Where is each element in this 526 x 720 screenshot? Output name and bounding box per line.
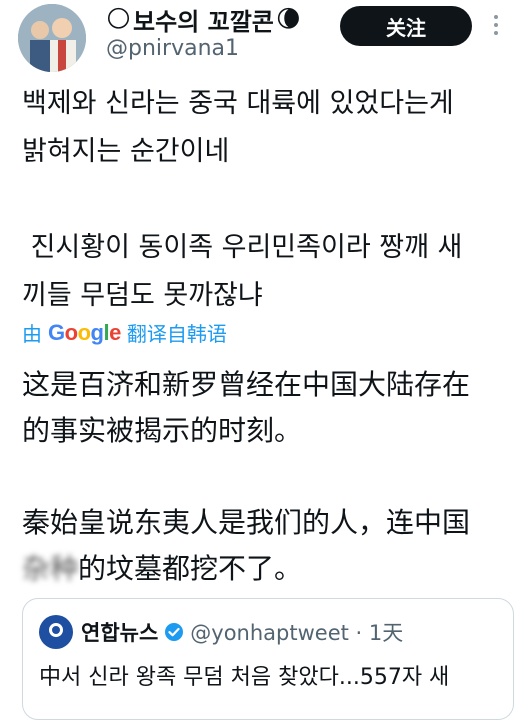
translated-text: 这是百济和新罗曾经在中国大陆存在 的事实被揭示的时刻。 秦始皇说东夷人是我们的人… [22, 362, 512, 592]
translated-line: 这是百济和新罗曾经在中国大陆存在 [22, 368, 471, 401]
quoted-tweet-text: 中서 신라 왕족 무덤 처음 찾았다...557자 새 [39, 665, 450, 690]
quoted-tweet-card[interactable]: 연합뉴스 @yonhaptweet · 1天 中서 신라 왕족 무덤 처음 찾았… [22, 598, 514, 720]
tweet-line: 끼들 무덤도 못까잖냐 [22, 280, 263, 311]
follow-button[interactable]: 关注 [340, 6, 472, 46]
author-name-row[interactable]: 🌕 보수의 꼬깔콘 🌘 [106, 2, 301, 36]
full-moon-emoji: 🌕 [106, 5, 132, 33]
quoted-tweet-header: 연합뉴스 @yonhaptweet · 1天 [39, 615, 403, 649]
translate-source: 翻译自韩语 [126, 322, 227, 346]
tweet-line: 백제와 신라는 중국 대륙에 있었다는게 [22, 88, 454, 119]
blurred-word: 杂种 [22, 552, 79, 585]
translated-line: 的事实被揭示的时刻。 [22, 414, 303, 447]
translation-attribution[interactable]: 由 Google 翻译自韩语 [22, 318, 227, 347]
author-name[interactable]: 보수의 꼬깔콘 [133, 2, 274, 37]
quoted-author-handle[interactable]: @yonhaptweet · 1天 [190, 617, 403, 647]
author-handle[interactable]: @pnirvana1 [106, 36, 239, 61]
author-avatar[interactable] [18, 4, 86, 72]
quoted-author-name[interactable]: 연합뉴스 [81, 617, 158, 647]
google-logo: Google [48, 319, 121, 345]
translated-line: 秦始皇说东夷人是我们的人，连中国 [22, 506, 471, 539]
quoted-author-avatar[interactable] [39, 615, 73, 649]
translated-line: 杂种的坟墓都挖不了。 [22, 546, 512, 592]
more-vertical-icon[interactable] [488, 12, 504, 40]
crescent-moon-emoji: 🌘 [275, 5, 301, 33]
verified-badge-icon [165, 623, 184, 641]
tweet-line: 밝혀지는 순간이네 [22, 136, 230, 167]
translate-by: 由 [22, 322, 42, 346]
tweet-text: 백제와 신라는 중국 대륙에 있었다는게 밝혀지는 순간이네 진시황이 동이족 … [22, 80, 512, 320]
tweet-line: 진시황이 동이족 우리민족이라 짱깨 새 [22, 232, 463, 263]
translated-line-rest: 的坟墓都挖不了。 [78, 552, 303, 585]
